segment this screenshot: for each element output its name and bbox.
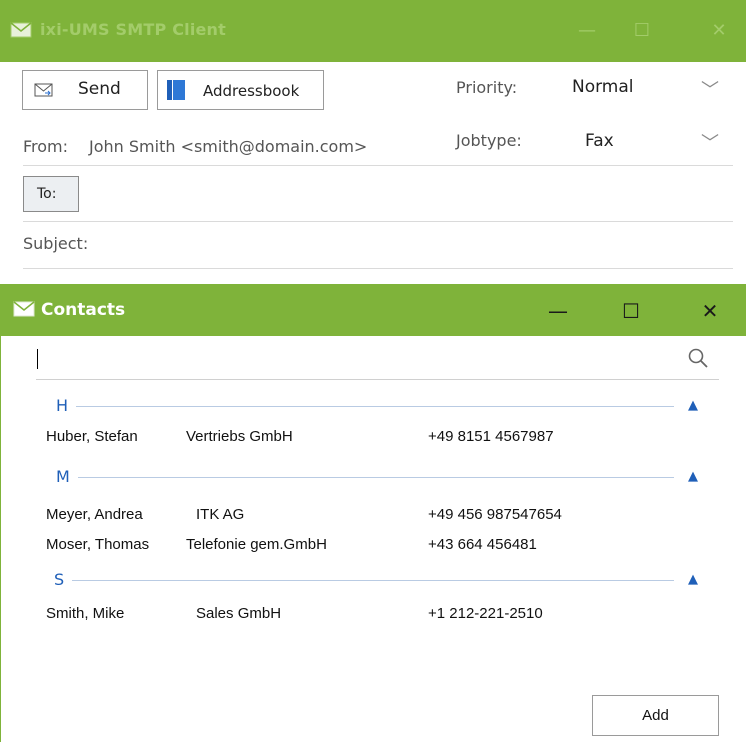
smtp-window-title: ixi-UMS SMTP Client (40, 20, 226, 39)
maximize-icon[interactable]: ☐ (616, 296, 646, 326)
contact-company: ITK AG (196, 506, 245, 523)
chevron-down-icon[interactable]: ﹀ (701, 76, 719, 102)
contact-row[interactable]: Huber, Stefan Vertriebs GmbH +49 8151 45… (46, 428, 706, 450)
contact-row[interactable]: Moser, Thomas Telefonie gem.GmbH +43 664… (46, 536, 706, 558)
collapse-caret-icon[interactable]: ▲ (688, 572, 698, 587)
contacts-window-title: Contacts (41, 300, 126, 320)
contact-phone: +43 664 456481 (428, 536, 537, 553)
contact-phone: +49 8151 4567987 (428, 428, 554, 445)
contact-company: Vertriebs GmbH (186, 428, 293, 445)
group-letter: M (56, 467, 78, 486)
contact-name: Smith, Mike (46, 605, 125, 622)
close-icon[interactable]: ✕ (706, 18, 732, 44)
smtp-client-window: ixi-UMS SMTP Client — ☐ ✕ Send Addressbo… (0, 0, 746, 290)
divider (23, 221, 733, 222)
contact-name: Meyer, Andrea (46, 506, 143, 523)
group-letter: S (54, 570, 73, 589)
search-input[interactable] (36, 346, 686, 374)
send-icon (34, 81, 54, 103)
maximize-icon[interactable]: ☐ (629, 18, 655, 44)
group-letter: H (56, 396, 77, 415)
collapse-caret-icon[interactable]: ▲ (688, 398, 698, 413)
contact-row[interactable]: Smith, Mike Sales GmbH +1 212-221-2510 (46, 605, 706, 627)
group-header-m[interactable]: M ▲ (46, 467, 718, 491)
addressbook-label: Addressbook (203, 82, 300, 100)
group-divider (62, 580, 674, 581)
group-divider (68, 477, 674, 478)
from-value: John Smith <smith@domain.com> (89, 137, 368, 156)
mail-icon (10, 22, 32, 42)
search-underline (36, 379, 719, 380)
add-button[interactable]: Add (592, 695, 719, 736)
collapse-caret-icon[interactable]: ▲ (688, 469, 698, 484)
send-button[interactable]: Send (22, 70, 148, 110)
contact-name: Huber, Stefan (46, 428, 138, 445)
contact-name: Moser, Thomas (46, 536, 150, 553)
to-label: To: (37, 186, 57, 202)
chevron-down-icon[interactable]: ﹀ (701, 129, 719, 155)
divider (23, 268, 733, 269)
contacts-titlebar[interactable]: Contacts — ☐ ✕ (1, 284, 746, 336)
book-icon (166, 79, 186, 105)
contact-phone: +1 212-221-2510 (428, 605, 543, 622)
priority-label: Priority: (456, 78, 518, 97)
minimize-icon[interactable]: — (574, 18, 600, 44)
minimize-icon[interactable]: — (543, 296, 573, 326)
group-header-s[interactable]: S ▲ (46, 570, 718, 594)
to-button[interactable]: To: (23, 176, 79, 212)
search-icon[interactable] (687, 347, 709, 373)
jobtype-select[interactable]: Fax (585, 131, 614, 151)
smtp-titlebar[interactable]: ixi-UMS SMTP Client — ☐ ✕ (0, 0, 746, 62)
from-label: From: (23, 137, 69, 156)
group-divider (64, 406, 674, 407)
contact-company: Sales GmbH (196, 605, 282, 622)
addressbook-button[interactable]: Addressbook (157, 70, 324, 110)
priority-select[interactable]: Normal (572, 77, 634, 97)
jobtype-label: Jobtype: (456, 131, 522, 150)
contact-row[interactable]: Meyer, Andrea ITK AG +49 456 987547654 (46, 506, 706, 528)
contacts-window: Contacts — ☐ ✕ H ▲ Huber, Stefan Vertrie… (0, 284, 746, 742)
send-label: Send (78, 79, 121, 99)
contact-company: Telefonie gem.GmbH (186, 536, 327, 553)
divider (23, 165, 733, 166)
group-header-h[interactable]: H ▲ (46, 396, 718, 420)
subject-label: Subject: (23, 234, 89, 253)
mail-icon (13, 301, 35, 321)
close-icon[interactable]: ✕ (695, 296, 725, 326)
text-cursor (37, 349, 38, 369)
contact-phone: +49 456 987547654 (428, 506, 562, 523)
